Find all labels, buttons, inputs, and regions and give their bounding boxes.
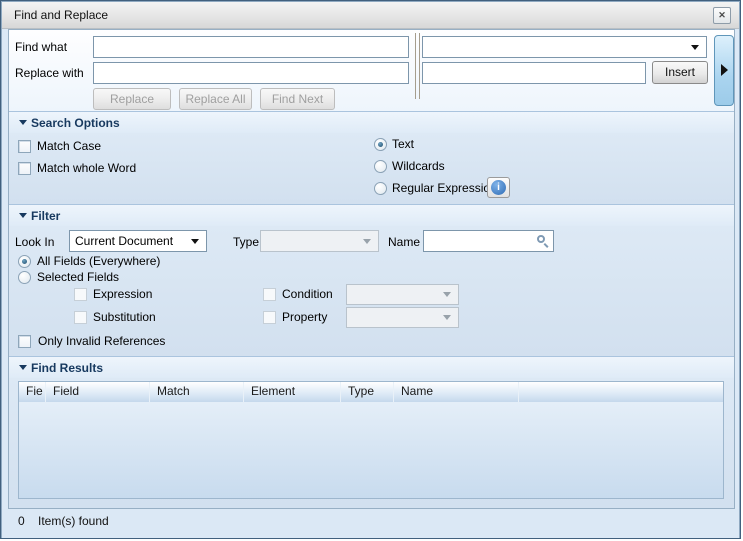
selected-fields-label: Selected Fields [37, 270, 119, 284]
filter-body: Look In Current Document Type Name All F… [9, 226, 734, 356]
search-options-body: Match Case Match whole Word Text Wildcar… [9, 133, 734, 204]
condition-dropdown[interactable] [346, 284, 459, 305]
filter-header[interactable]: Filter [9, 204, 734, 226]
name-label: Name [388, 235, 420, 249]
property-label: Property [282, 310, 327, 324]
wildcards-radio-label: Wildcards [392, 159, 445, 173]
expression-checkbox[interactable] [74, 288, 87, 301]
status-bar: 0 Item(s) found [2, 509, 739, 539]
search-options-title: Search Options [31, 116, 120, 130]
wildcards-radio[interactable] [374, 160, 387, 173]
regular-expression-radio-label: Regular Expression [392, 181, 497, 195]
match-case-checkbox[interactable] [18, 140, 31, 153]
condition-label: Condition [282, 287, 333, 301]
search-icon[interactable] [537, 235, 546, 244]
find-next-button[interactable]: Find Next [260, 88, 335, 110]
all-fields-radio[interactable] [18, 255, 31, 268]
find-what-label: Find what [15, 40, 67, 54]
look-in-dropdown[interactable]: Current Document [69, 230, 207, 252]
regex-help-button[interactable]: i [487, 177, 510, 198]
all-fields-label: All Fields (Everywhere) [37, 254, 160, 268]
look-in-value: Current Document [75, 234, 173, 248]
column-header-name[interactable]: Name [394, 382, 519, 402]
substitution-checkbox[interactable] [74, 311, 87, 324]
replace-all-button[interactable]: Replace All [179, 88, 252, 110]
match-case-label: Match Case [37, 139, 101, 153]
result-count: 0 [18, 514, 25, 528]
replace-with-input[interactable] [93, 62, 409, 84]
insert-expression-input[interactable] [422, 62, 646, 84]
type-label: Type [233, 235, 259, 249]
match-whole-word-checkbox[interactable] [18, 162, 31, 175]
text-radio-label: Text [392, 137, 414, 151]
find-replace-area: Find what Replace with Replace Replace A… [9, 30, 734, 111]
results-table-header-row: Fie Field Match Element Type Name [19, 382, 723, 402]
window-title: Find and Replace [14, 8, 108, 22]
column-header-fie[interactable]: Fie [19, 382, 46, 402]
insert-button[interactable]: Insert [652, 61, 708, 84]
expander-button[interactable] [714, 35, 734, 106]
replace-with-label: Replace with [15, 66, 84, 80]
find-results-title: Find Results [31, 361, 103, 375]
chevron-right-icon [721, 64, 728, 76]
search-options-header[interactable]: Search Options [9, 111, 734, 133]
main-panel: Find what Replace with Replace Replace A… [8, 29, 735, 509]
name-search-input[interactable] [423, 230, 554, 252]
collapse-icon [19, 120, 27, 125]
title-bar: Find and Replace ✕ [2, 2, 739, 29]
selected-fields-radio[interactable] [18, 271, 31, 284]
column-header-type[interactable]: Type [341, 382, 394, 402]
property-dropdown[interactable] [346, 307, 459, 328]
match-whole-word-label: Match whole Word [37, 161, 136, 175]
property-checkbox[interactable] [263, 311, 276, 324]
find-and-replace-dialog: Find and Replace ✕ Find what Replace wit… [0, 0, 741, 539]
find-what-input[interactable] [93, 36, 409, 58]
expression-label: Expression [93, 287, 152, 301]
chevron-down-icon [191, 239, 199, 244]
only-invalid-references-checkbox[interactable] [18, 335, 31, 348]
expression-dropdown[interactable] [422, 36, 707, 58]
status-text: Item(s) found [38, 514, 109, 528]
find-results-header[interactable]: Find Results [9, 356, 734, 378]
look-in-label: Look In [15, 235, 54, 249]
text-radio[interactable] [374, 138, 387, 151]
info-icon: i [491, 180, 506, 195]
condition-checkbox[interactable] [263, 288, 276, 301]
column-header-match[interactable]: Match [150, 382, 244, 402]
column-header-field[interactable]: Field [46, 382, 150, 402]
column-header-spacer [519, 382, 723, 402]
chevron-down-icon [443, 292, 451, 297]
chevron-down-icon [443, 315, 451, 320]
vertical-splitter[interactable] [415, 33, 420, 99]
type-dropdown[interactable] [260, 230, 379, 252]
collapse-icon [19, 213, 27, 218]
chevron-down-icon [691, 45, 699, 50]
close-icon[interactable]: ✕ [713, 7, 731, 24]
collapse-icon [19, 365, 27, 370]
column-header-element[interactable]: Element [244, 382, 341, 402]
substitution-label: Substitution [93, 310, 156, 324]
results-table: Fie Field Match Element Type Name [18, 381, 724, 499]
regular-expression-radio[interactable] [374, 182, 387, 195]
chevron-down-icon [363, 239, 371, 244]
filter-title: Filter [31, 209, 60, 223]
replace-button[interactable]: Replace [93, 88, 171, 110]
only-invalid-references-label: Only Invalid References [38, 334, 165, 348]
